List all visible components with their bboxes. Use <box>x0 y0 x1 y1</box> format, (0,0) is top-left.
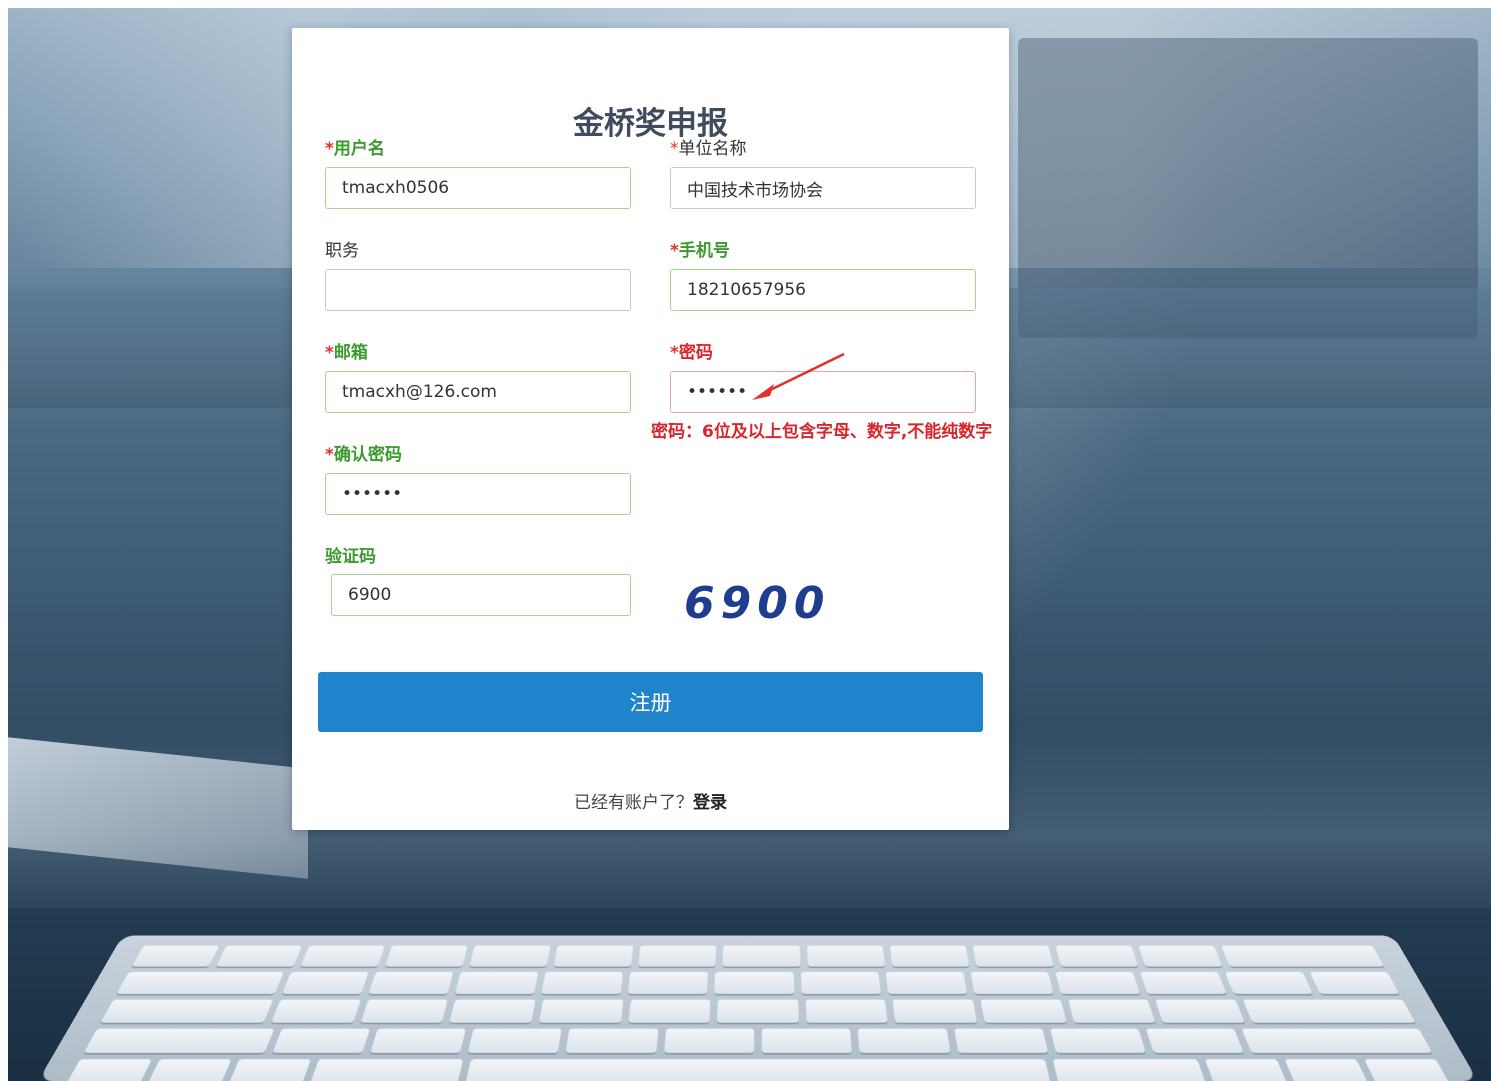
email-input[interactable] <box>325 371 631 413</box>
register-button[interactable]: 注册 <box>318 672 983 732</box>
email-label: *邮箱 <box>325 343 368 363</box>
position-input[interactable] <box>325 269 631 311</box>
phone-label: *手机号 <box>670 241 730 261</box>
required-mark: * <box>670 139 679 159</box>
username-input[interactable] <box>325 167 631 209</box>
login-prompt-text: 已经有账户了？ <box>574 793 693 813</box>
page-title: 金桥奖申报 <box>573 106 728 142</box>
required-mark: * <box>325 139 334 159</box>
required-mark: * <box>325 343 334 363</box>
annotation-arrow-icon <box>752 352 845 400</box>
captcha-input[interactable] <box>331 574 631 616</box>
registration-card: 金桥奖申报 *用户名 *单位名称 职务 *手机号 *邮箱 *密码 密码：6位及以… <box>292 28 1009 830</box>
password-label: *密码 <box>670 343 713 363</box>
captcha-image[interactable]: 6900 <box>684 578 830 629</box>
required-mark: * <box>670 241 679 261</box>
confirm-password-label: *确认密码 <box>325 445 402 465</box>
background-keyboard <box>38 935 1478 1081</box>
captcha-label: 验证码 <box>325 547 376 567</box>
phone-input[interactable] <box>670 269 976 311</box>
required-mark: * <box>670 343 679 363</box>
position-label: 职务 <box>325 241 359 261</box>
page: 金桥奖申报 *用户名 *单位名称 职务 *手机号 *邮箱 *密码 密码：6位及以… <box>0 0 1491 1081</box>
username-label: *用户名 <box>325 139 385 159</box>
password-hint: 密码：6位及以上包含字母、数字,不能纯数字 <box>651 422 993 442</box>
confirm-password-input[interactable] <box>325 473 631 515</box>
login-prompt: 已经有账户了？登录 <box>292 788 1009 813</box>
org-name-input[interactable] <box>670 167 976 209</box>
org-name-label: *单位名称 <box>670 139 747 159</box>
login-link[interactable]: 登录 <box>693 793 727 813</box>
required-mark: * <box>325 445 334 465</box>
